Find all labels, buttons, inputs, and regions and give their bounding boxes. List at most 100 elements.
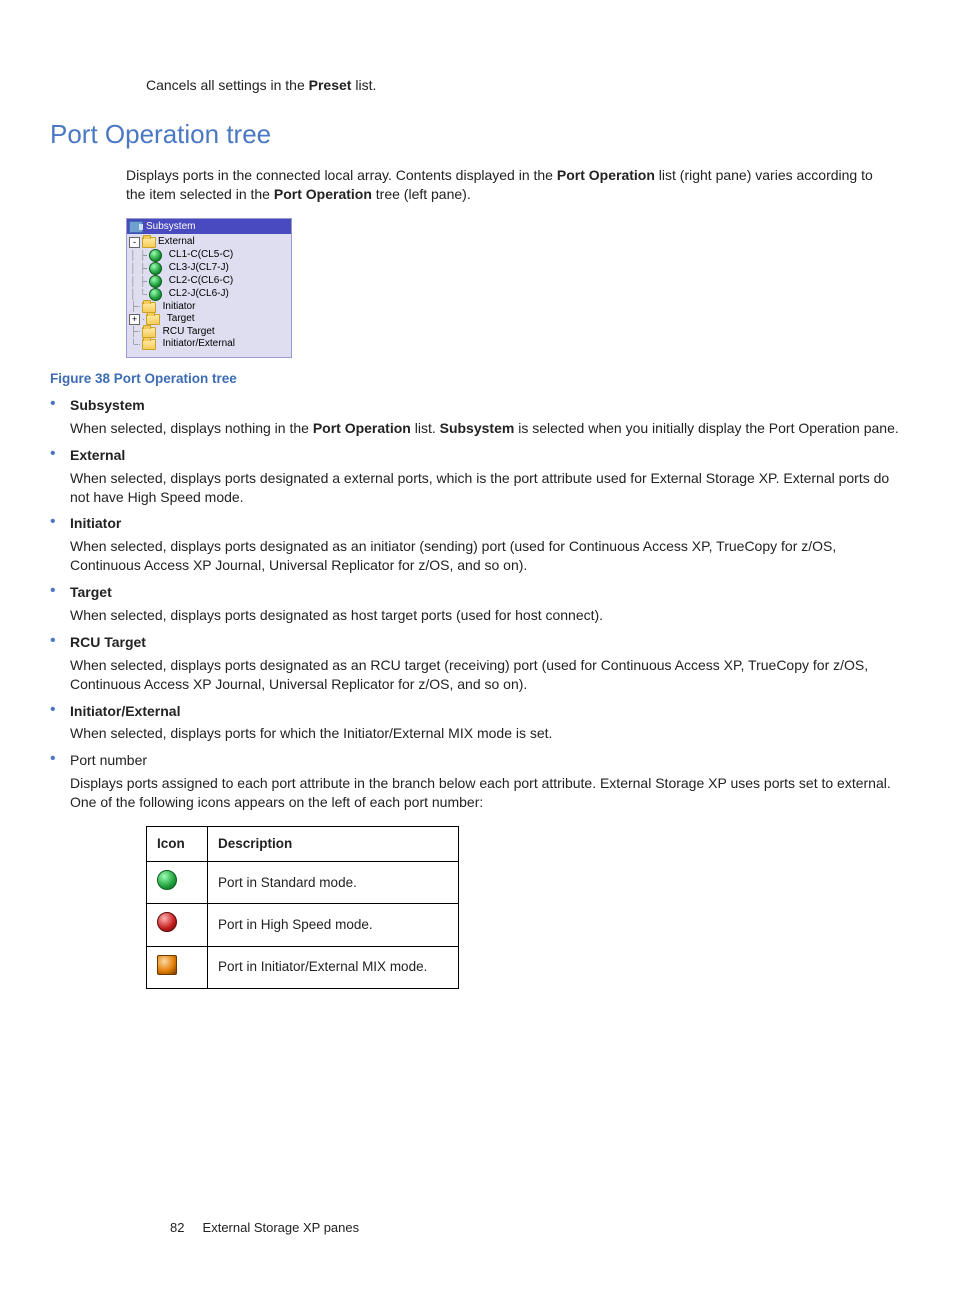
definition-term: Target	[70, 583, 904, 602]
desc-cell: Port in High Speed mode.	[208, 904, 459, 946]
text: is selected when you initially display t…	[514, 420, 898, 436]
tree-node-port[interactable]: │ ├· CL2-C(CL6-C)	[129, 275, 289, 288]
tree-node-target[interactable]: +· Target	[129, 313, 289, 326]
folder-icon	[142, 327, 156, 338]
definition-item: RCU Target When selected, displays ports …	[50, 633, 904, 694]
definition-text: When selected, displays ports designated…	[70, 606, 904, 625]
tree-node-port[interactable]: │ ├· CL3-J(CL7-J)	[129, 262, 289, 275]
definition-text: When selected, displays ports for which …	[70, 724, 904, 743]
port-mix-icon	[157, 955, 177, 975]
definition-item: External When selected, displays ports de…	[50, 446, 904, 507]
definition-term: Initiator	[70, 514, 904, 533]
tree-label: CL1-C(CL5-C)	[169, 249, 233, 262]
tree-line: └··	[129, 339, 140, 350]
definition-text: When selected, displays ports designated…	[70, 469, 904, 507]
footer-title: External Storage XP panes	[203, 1220, 360, 1235]
definition-item: Port number Displays ports assigned to ea…	[50, 751, 904, 812]
tree-header-label: Subsystem	[146, 220, 195, 234]
folder-icon	[142, 339, 156, 350]
icon-cell	[147, 946, 208, 988]
tree-node-port[interactable]: │ ├· CL1-C(CL5-C)	[129, 249, 289, 262]
definition-item: Initiator When selected, displays ports d…	[50, 514, 904, 575]
tree-line: │ ├·	[129, 276, 147, 287]
port-icon	[149, 262, 162, 275]
definition-term: External	[70, 446, 904, 465]
port-standard-icon	[157, 870, 177, 890]
text: tree (left pane).	[372, 186, 471, 202]
cancel-preset-line: Cancels all settings in the Preset list.	[146, 76, 874, 95]
tree-node-port[interactable]: │ └· CL2-J(CL6-J)	[129, 288, 289, 301]
port-icon	[149, 249, 162, 262]
text: Displays ports in the connected local ar…	[126, 167, 557, 183]
tree-label: CL2-C(CL6-C)	[169, 275, 233, 288]
folder-icon	[142, 302, 156, 313]
icon-cell	[147, 862, 208, 904]
tree-label: External	[158, 236, 195, 249]
folder-icon	[142, 237, 156, 248]
icon-cell	[147, 904, 208, 946]
text: When selected, displays ports designated…	[70, 657, 868, 692]
tree-label: CL2-J(CL6-J)	[169, 288, 229, 301]
definition-term: Initiator/External	[70, 702, 904, 721]
port-operation-tree: Subsystem - External │ ├· CL1-C(CL5-C) │…	[126, 218, 292, 358]
table-row: Port in Standard mode.	[147, 862, 459, 904]
tree-label: Target	[167, 313, 195, 326]
definition-term: Subsystem	[70, 396, 904, 415]
table-row: Port in High Speed mode.	[147, 904, 459, 946]
figure-caption: Figure 38 Port Operation tree	[50, 370, 904, 388]
text: When selected, displays nothing in the	[70, 420, 313, 436]
definition-text: When selected, displays nothing in the P…	[70, 419, 904, 438]
text: When selected, displays ports for which …	[70, 725, 552, 741]
definition-item: Initiator/External When selected, display…	[50, 702, 904, 744]
desc-cell: Port in Standard mode.	[208, 862, 459, 904]
tree-label: Initiator/External	[163, 338, 235, 351]
tree-node-rcu-target[interactable]: ├·· RCU Target	[129, 326, 289, 339]
folder-icon	[146, 314, 160, 325]
page-number: 82	[170, 1220, 184, 1235]
definition-text: When selected, displays ports designated…	[70, 656, 904, 694]
tree-header: Subsystem	[127, 219, 291, 235]
text: list.	[411, 420, 440, 436]
text: Displays ports assigned to each port att…	[70, 775, 891, 810]
port-highspeed-icon	[157, 912, 177, 932]
text: When selected, displays ports designated…	[70, 470, 889, 505]
port-operation-label: Port Operation	[557, 167, 655, 183]
tree-node-initiator-external[interactable]: └·· Initiator/External	[129, 338, 289, 351]
icon-description-table: Icon Description Port in Standard mode. …	[146, 826, 459, 989]
definition-text: Displays ports assigned to each port att…	[70, 774, 904, 812]
tree-label: Initiator	[163, 301, 196, 314]
tree-node-external[interactable]: - External	[129, 236, 289, 249]
table-header-row: Icon Description	[147, 827, 459, 862]
tree-label: CL3-J(CL7-J)	[169, 262, 229, 275]
definition-text: When selected, displays ports designated…	[70, 537, 904, 575]
tree-line: ├··	[129, 301, 140, 312]
desc-cell: Port in Initiator/External MIX mode.	[208, 946, 459, 988]
bold-term: Port Operation	[313, 420, 411, 436]
tree-line: │ └·	[129, 289, 147, 300]
definition-list: SubsystemWhen selected, displays nothing…	[50, 396, 904, 812]
intro-paragraph: Displays ports in the connected local ar…	[126, 166, 874, 204]
definition-term: Port number	[70, 751, 904, 770]
tree-label: RCU Target	[163, 326, 215, 339]
table-row: Port in Initiator/External MIX mode.	[147, 946, 459, 988]
collapse-icon[interactable]: -	[129, 237, 140, 248]
definition-term: RCU Target	[70, 633, 904, 652]
tree-line: │ ├·	[129, 250, 147, 261]
section-heading: Port Operation tree	[50, 117, 904, 152]
port-operation-label: Port Operation	[274, 186, 372, 202]
bold-term: Subsystem	[440, 420, 515, 436]
port-icon	[149, 275, 162, 288]
definition-item: Target When selected, displays ports desi…	[50, 583, 904, 625]
text: Cancels all settings in the	[146, 77, 309, 93]
subsystem-icon	[129, 221, 143, 233]
col-description: Description	[208, 827, 459, 862]
text: When selected, displays ports designated…	[70, 538, 836, 573]
expand-icon[interactable]: +	[129, 314, 140, 325]
col-icon: Icon	[147, 827, 208, 862]
tree-body: - External │ ├· CL1-C(CL5-C) │ ├· CL3-J(…	[127, 234, 291, 357]
tree-line: ├··	[129, 326, 140, 337]
port-icon	[149, 288, 162, 301]
definition-item: SubsystemWhen selected, displays nothing…	[50, 396, 904, 438]
tree-line: ·	[142, 314, 144, 325]
text: list.	[351, 77, 376, 93]
